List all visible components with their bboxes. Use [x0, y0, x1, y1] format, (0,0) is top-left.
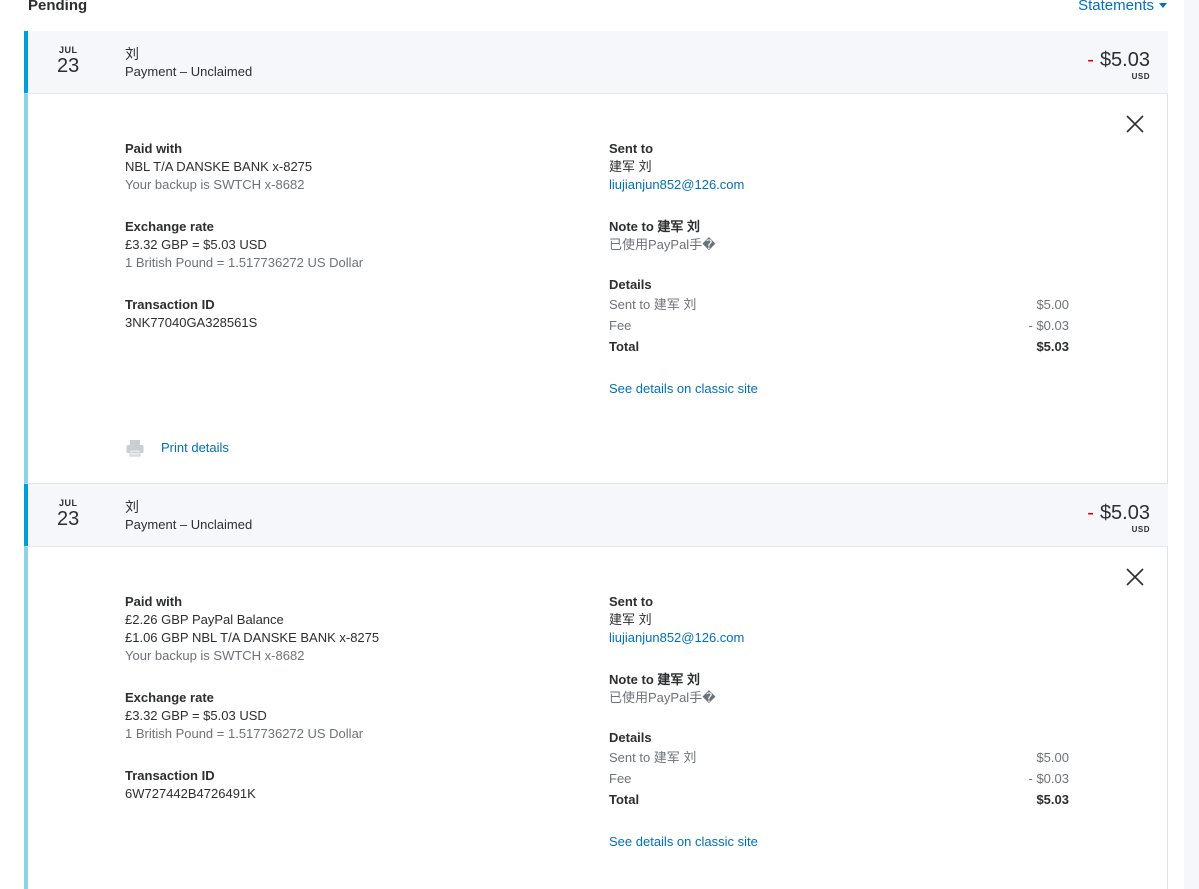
backup-source: Your backup is SWTCH x-8682: [125, 177, 305, 192]
detail-label: Total: [609, 339, 640, 354]
transaction-details-panel: Paid with NBL T/A DANSKE BANK x-8275 You…: [24, 93, 1168, 484]
details-section: Details Sent to 建军 刘 $5.00 Fee - $0.03 Tot…: [609, 729, 1069, 810]
sent-to-section: Sent to 建军 刘 liujianjun852@126.com: [609, 593, 1069, 647]
paid-with-label: Paid with: [125, 594, 183, 609]
sent-to-label: Sent to: [609, 141, 654, 156]
details-right-column: Sent to 建军 刘 liujianjun852@126.com Note …: [609, 140, 1069, 398]
detail-label: Fee: [609, 771, 632, 786]
transaction-header[interactable]: JUL 23 刘 Payment – Unclaimed - $5.03 USD: [24, 484, 1168, 546]
transaction-id-value: 6W727442B4726491K: [125, 786, 256, 801]
transaction-id-value: 3NK77040GA328561S: [125, 315, 258, 330]
details-left-column: Paid with £2.26 GBP PayPal Balance £1.06…: [125, 593, 545, 827]
note-text: 已使用PayPal手�: [609, 237, 716, 252]
amount-value: $5.03: [1099, 502, 1150, 524]
print-details-button[interactable]: Print details: [125, 437, 229, 459]
classic-site-link[interactable]: See details on classic site: [609, 380, 1069, 398]
paid-with-section: Paid with £2.26 GBP PayPal Balance £1.06…: [125, 593, 545, 665]
exchange-rate-value: £3.32 GBP = $5.03 USD: [125, 708, 267, 723]
transaction-id-label: Transaction ID: [125, 297, 215, 312]
exchange-rate-detail: 1 British Pound = 1.517736272 US Dollar: [125, 726, 364, 741]
note-label: Note to 建军 刘: [609, 219, 700, 234]
note-label: Note to 建军 刘: [609, 672, 700, 687]
transaction-card: JUL 23 刘 Payment – Unclaimed - $5.03 USD …: [24, 31, 1168, 484]
details-section: Details Sent to 建军 刘 $5.00 Fee - $0.03 Tot…: [609, 276, 1069, 357]
exchange-rate-detail: 1 British Pound = 1.517736272 US Dollar: [125, 255, 364, 270]
transaction-type: Payment – Unclaimed: [125, 64, 253, 79]
recipient-email-link[interactable]: liujianjun852@126.com: [609, 629, 1069, 647]
page-gutter: [1184, 0, 1199, 889]
payee-name: 刘: [125, 46, 139, 62]
date-month: JUL: [59, 498, 78, 508]
date-month: JUL: [59, 45, 78, 55]
statements-dropdown[interactable]: Statements: [1078, 0, 1167, 16]
exchange-rate-label: Exchange rate: [125, 219, 214, 234]
paid-with-source: £1.06 GBP NBL T/A DANSKE BANK x-8275: [125, 630, 380, 645]
print-details-label: Print details: [161, 440, 229, 455]
currency-code: USD: [1131, 72, 1150, 81]
paid-with-label: Paid with: [125, 141, 183, 156]
detail-label: Sent to 建军 刘: [609, 297, 697, 312]
paid-with-source: £2.26 GBP PayPal Balance: [125, 612, 284, 627]
detail-label: Fee: [609, 318, 632, 333]
exchange-rate-section: Exchange rate £3.32 GBP = $5.03 USD 1 Br…: [125, 218, 545, 272]
exchange-rate-label: Exchange rate: [125, 690, 214, 705]
backup-source: Your backup is SWTCH x-8682: [125, 648, 305, 663]
detail-row-total: Total $5.03: [609, 336, 1069, 357]
transaction-amount: - $5.03: [1087, 502, 1150, 525]
note-text: 已使用PayPal手�: [609, 690, 716, 705]
statements-label: Statements: [1078, 0, 1154, 14]
detail-row-sent: Sent to 建军 刘 $5.00: [609, 294, 1069, 315]
transaction-type: Payment – Unclaimed: [125, 517, 253, 532]
page-title: Pending: [28, 0, 88, 14]
currency-code: USD: [1131, 525, 1150, 534]
detail-label: Total: [609, 792, 640, 807]
transaction-id-section: Transaction ID 3NK77040GA328561S: [125, 296, 545, 332]
transaction-details-panel: Paid with £2.26 GBP PayPal Balance £1.06…: [24, 546, 1168, 889]
sent-to-label: Sent to: [609, 594, 654, 609]
close-icon[interactable]: [1123, 112, 1147, 136]
detail-row-fee: Fee - $0.03: [609, 315, 1069, 336]
payee-name: 刘: [125, 499, 139, 515]
paid-with-section: Paid with NBL T/A DANSKE BANK x-8275 You…: [125, 140, 545, 194]
transaction-id-label: Transaction ID: [125, 768, 215, 783]
details-left-column: Paid with NBL T/A DANSKE BANK x-8275 You…: [125, 140, 545, 356]
transaction-header[interactable]: JUL 23 刘 Payment – Unclaimed - $5.03 USD: [24, 31, 1168, 93]
exchange-rate-section: Exchange rate £3.32 GBP = $5.03 USD 1 Br…: [125, 689, 545, 743]
note-section: Note to 建军 刘 已使用PayPal手�: [609, 218, 1069, 254]
sent-to-section: Sent to 建军 刘 liujianjun852@126.com: [609, 140, 1069, 194]
detail-value: $5.03: [1036, 339, 1069, 354]
detail-row-sent: Sent to 建军 刘 $5.00: [609, 747, 1069, 768]
detail-row-fee: Fee - $0.03: [609, 768, 1069, 789]
transaction-id-section: Transaction ID 6W727442B4726491K: [125, 767, 545, 803]
recipient-email-link[interactable]: liujianjun852@126.com: [609, 176, 1069, 194]
printer-icon: [125, 438, 145, 458]
amount-value: $5.03: [1099, 49, 1150, 71]
recipient-name: 建军 刘: [609, 612, 652, 627]
detail-value: $5.03: [1036, 792, 1069, 807]
detail-value: $5.00: [1036, 297, 1069, 312]
paid-with-source: NBL T/A DANSKE BANK x-8275: [125, 159, 313, 174]
detail-label: Sent to 建军 刘: [609, 750, 697, 765]
detail-value: $5.00: [1036, 750, 1069, 765]
date-day: 23: [57, 508, 80, 530]
exchange-rate-value: £3.32 GBP = $5.03 USD: [125, 237, 267, 252]
detail-row-total: Total $5.03: [609, 789, 1069, 810]
details-label: Details: [609, 277, 652, 292]
note-section: Note to 建军 刘 已使用PayPal手�: [609, 671, 1069, 707]
transaction-amount: - $5.03: [1087, 49, 1150, 72]
classic-site-link[interactable]: See details on classic site: [609, 833, 1069, 851]
caret-down-icon: [1159, 2, 1167, 8]
minus-sign: -: [1087, 502, 1094, 524]
detail-value: - $0.03: [1028, 318, 1069, 333]
transaction-card: JUL 23 刘 Payment – Unclaimed - $5.03 USD …: [24, 484, 1168, 889]
details-right-column: Sent to 建军 刘 liujianjun852@126.com Note …: [609, 593, 1069, 851]
date-day: 23: [57, 55, 80, 77]
recipient-name: 建军 刘: [609, 159, 652, 174]
minus-sign: -: [1087, 49, 1094, 71]
close-icon[interactable]: [1123, 565, 1147, 589]
detail-value: - $0.03: [1028, 771, 1069, 786]
details-label: Details: [609, 730, 652, 745]
